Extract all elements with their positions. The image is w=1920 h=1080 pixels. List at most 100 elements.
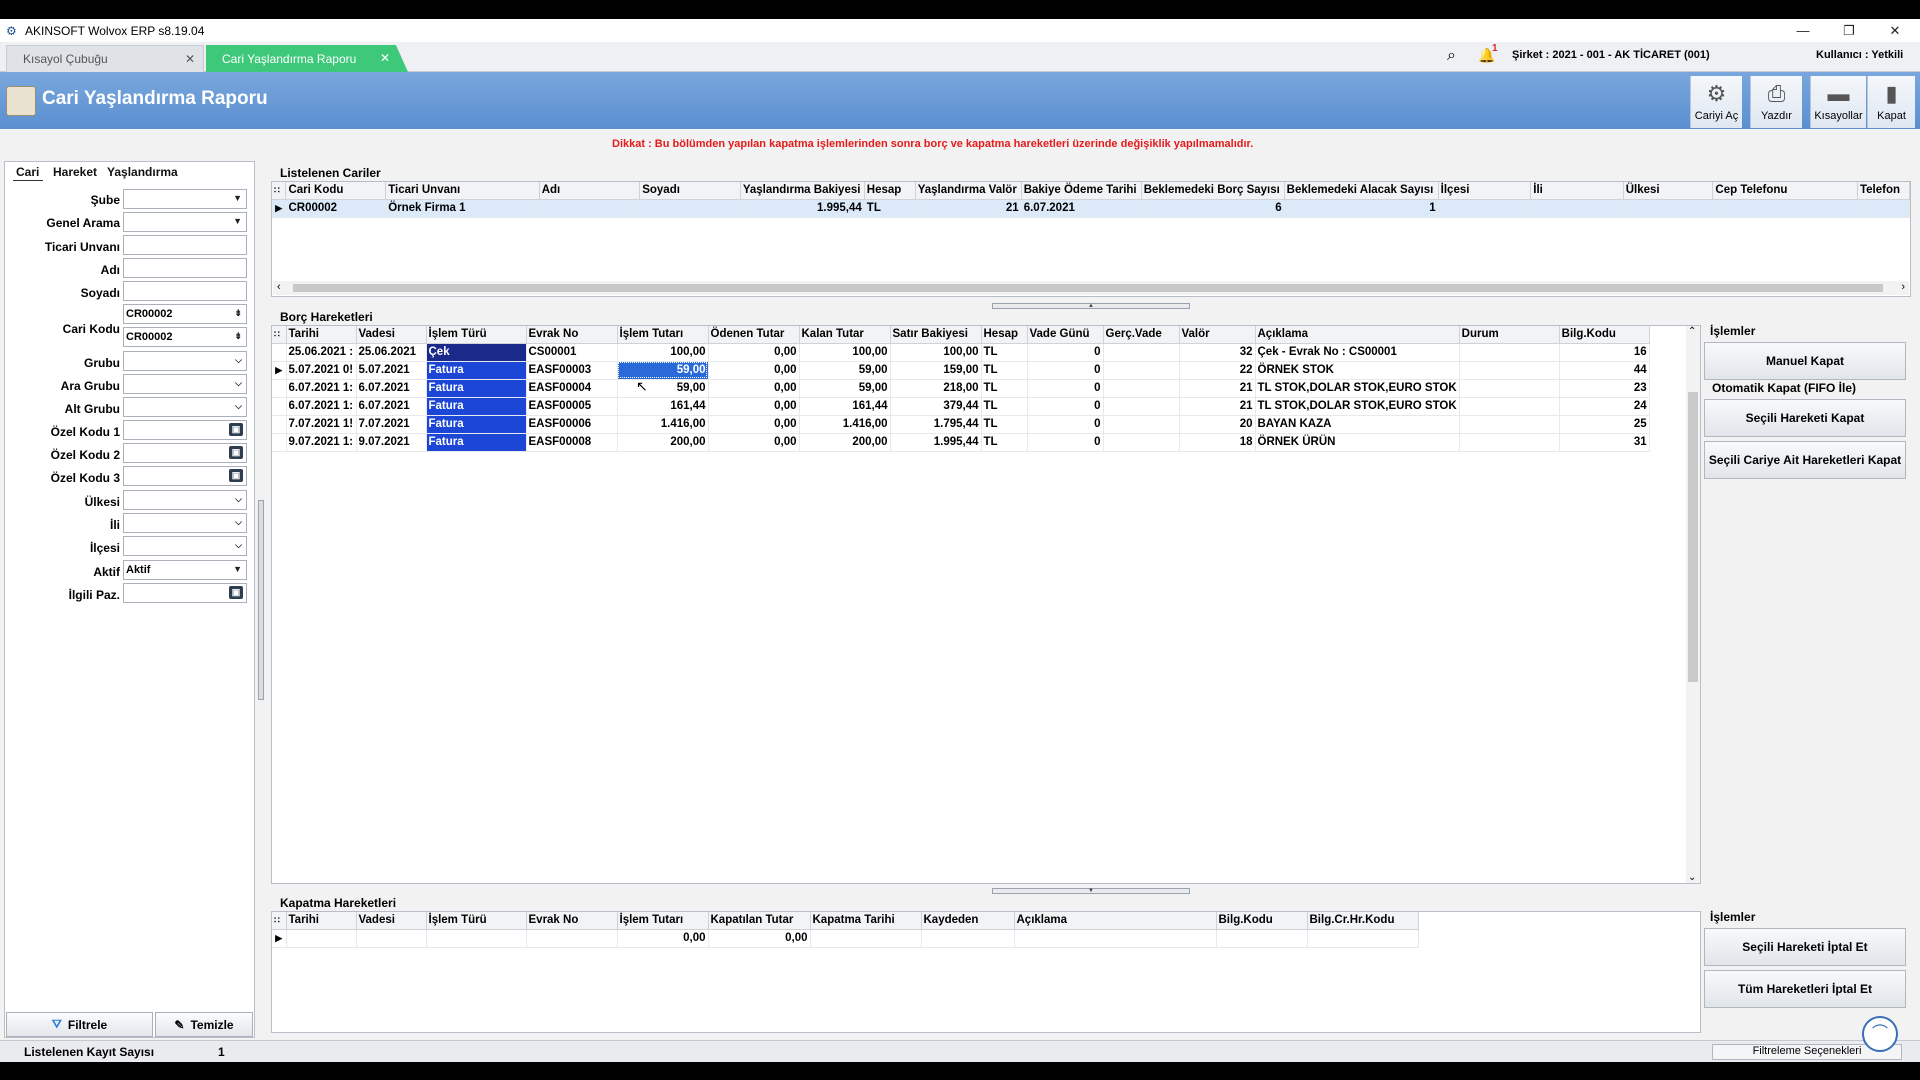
table-cell[interactable] <box>1530 199 1624 218</box>
table-cell[interactable]: EASF00006 <box>526 415 618 434</box>
column-header[interactable]: Açıklama <box>1014 912 1217 930</box>
table-cell[interactable]: 16 <box>1559 343 1650 362</box>
table-cell[interactable] <box>1623 199 1714 218</box>
column-header[interactable]: Tarihi <box>286 912 357 930</box>
table-cell[interactable]: Çek - Evrak No : CS00001 <box>1255 343 1460 362</box>
table-cell[interactable]: 1.995,44 <box>890 433 982 452</box>
column-header[interactable]: Bilg.Kodu <box>1216 912 1308 930</box>
alt-grubu-select[interactable]: ⌵ <box>123 397 247 417</box>
table-row[interactable]: ▶ 0,00 0,00 <box>272 929 1419 948</box>
table-cell[interactable]: 0,00 <box>708 361 800 380</box>
column-header[interactable]: Kapatma Tarihi <box>810 912 922 930</box>
table-cell[interactable]: 25.06.2021 <box>356 343 427 362</box>
table-cell[interactable] <box>1459 379 1560 398</box>
table-cell[interactable]: TL STOK,DOLAR STOK,EURO STOK <box>1255 397 1460 416</box>
table-cell[interactable]: 9.07.2021 1: <box>286 433 357 452</box>
column-header[interactable]: Bilg.Kodu <box>1559 326 1650 344</box>
table-cell[interactable]: 0 <box>1027 379 1104 398</box>
table-cell[interactable] <box>1459 397 1560 416</box>
vertical-scrollbar[interactable]: ⌃ ⌄ <box>1686 326 1700 883</box>
table-cell[interactable] <box>426 929 527 948</box>
table-cell[interactable] <box>1103 361 1180 380</box>
scroll-up-icon[interactable]: ⌃ <box>1688 326 1696 337</box>
ozel-kodu-1-input[interactable]: ▣ <box>123 420 247 440</box>
table-cell[interactable]: 59,00 <box>617 361 709 380</box>
lookup-icon[interactable]: ▣ <box>229 469 243 482</box>
table-cell[interactable]: 7.07.2021 <box>356 415 427 434</box>
temizle-button[interactable]: ✎ Temizle <box>155 1012 253 1037</box>
ilgili-paz-input[interactable]: ▣ <box>123 583 247 603</box>
tab-yaslandirma[interactable]: Yaşlandırma <box>107 165 178 179</box>
column-header[interactable]: Kalan Tutar <box>799 326 891 344</box>
table-cell[interactable]: 6.07.2021 1: <box>286 379 357 398</box>
column-header[interactable]: Kapatılan Tutar <box>708 912 811 930</box>
table-cell[interactable] <box>539 199 641 218</box>
table-cell[interactable] <box>1438 199 1532 218</box>
table-cell[interactable]: 1.795,44 <box>890 415 982 434</box>
table-cell[interactable]: TL <box>864 199 916 218</box>
table-cell[interactable]: 1.416,00 <box>617 415 709 434</box>
table-cell[interactable]: TL <box>981 343 1028 362</box>
table-row[interactable]: 9.07.2021 1: 9.07.2021 Fatura EASF00008 200,… <box>272 433 1650 452</box>
ozel-kodu-3-input[interactable]: ▣ <box>123 466 247 486</box>
column-header[interactable]: Ticari Unvanı <box>385 182 540 200</box>
cari-kodu-end-input[interactable]: CR00002 ⇟ <box>123 327 247 347</box>
minimize-button[interactable]: — <box>1780 19 1826 42</box>
column-header[interactable]: Valör <box>1179 326 1256 344</box>
table-cell[interactable] <box>639 199 741 218</box>
table-cell[interactable]: 23 <box>1559 379 1650 398</box>
column-header[interactable]: İşlem Türü <box>426 912 527 930</box>
horizontal-scrollbar[interactable]: ‹ › <box>273 281 1909 295</box>
table-cell[interactable]: ÖRNEK ÜRÜN <box>1255 433 1460 452</box>
column-header[interactable]: Cari Kodu <box>285 182 387 200</box>
table-cell[interactable] <box>356 929 427 948</box>
table-row[interactable]: ▶ CR00002 Örnek Firma 1 1.995,44 TL 21 6.07.20… <box>272 199 1911 218</box>
column-header[interactable]: Vade Günü <box>1027 326 1104 344</box>
table-cell[interactable] <box>1459 415 1560 434</box>
column-header[interactable]: Yaşlandırma Valör <box>915 182 1022 200</box>
table-cell[interactable]: 1 <box>1284 199 1439 218</box>
table-cell[interactable]: EASF00003 <box>526 361 618 380</box>
ara-grubu-select[interactable]: ⌵ <box>123 374 247 394</box>
scroll-right-icon[interactable]: › <box>1901 281 1905 293</box>
table-cell[interactable]: 25.06.2021 : <box>286 343 357 362</box>
column-header[interactable]: Vadesi <box>356 912 427 930</box>
table-row[interactable]: 6.07.2021 1: 6.07.2021 Fatura EASF00004 59,0… <box>272 379 1650 398</box>
table-cell[interactable]: 0 <box>1027 361 1104 380</box>
ulkesi-select[interactable]: ⌵ <box>123 490 247 510</box>
panel-collapse-handle[interactable] <box>258 500 264 700</box>
secili-hareketi-kapat-button[interactable]: Seçili Hareketi Kapat <box>1704 399 1906 437</box>
table-cell[interactable]: TL STOK,DOLAR STOK,EURO STOK <box>1255 379 1460 398</box>
column-header[interactable]: Soyadı <box>639 182 741 200</box>
table-cell[interactable]: 9.07.2021 <box>356 433 427 452</box>
column-header[interactable]: Beklemedeki Alacak Sayısı <box>1284 182 1439 200</box>
secili-cariye-ait-kapat-button[interactable]: Seçili Cariye Ait Hareketleri Kapat <box>1704 441 1906 479</box>
table-cell[interactable]: Fatura <box>426 361 527 380</box>
table-cell[interactable] <box>1307 929 1419 948</box>
table-cell[interactable]: 218,00 <box>890 379 982 398</box>
scroll-left-icon[interactable]: ‹ <box>277 281 281 293</box>
table-cell[interactable]: Fatura <box>426 397 527 416</box>
column-header[interactable]: Tarihi <box>286 326 357 344</box>
soyadi-input[interactable] <box>123 281 247 301</box>
table-cell[interactable] <box>1459 343 1560 362</box>
table-cell[interactable]: 6.07.2021 1: <box>286 397 357 416</box>
table-cell[interactable]: 44 <box>1559 361 1650 380</box>
table-cell[interactable]: 0,00 <box>708 343 800 362</box>
ili-select[interactable]: ⌵ <box>123 513 247 533</box>
table-cell[interactable]: 1.416,00 <box>799 415 891 434</box>
scrollbar-thumb[interactable] <box>293 284 1883 292</box>
table-cell[interactable]: TL <box>981 361 1028 380</box>
column-header[interactable]: Gerç.Vade <box>1103 326 1180 344</box>
table-cell[interactable]: 18 <box>1179 433 1256 452</box>
table-cell[interactable]: 21 <box>915 199 1022 218</box>
table-cell[interactable]: 100,00 <box>890 343 982 362</box>
table-cell[interactable]: 0,00 <box>708 929 811 948</box>
table-cell[interactable]: Örnek Firma 1 <box>385 199 540 218</box>
table-cell[interactable]: 0,00 <box>708 379 800 398</box>
column-header[interactable]: Bakiye Ödeme Tarihi <box>1021 182 1142 200</box>
cariyi-ac-button[interactable]: ⚙ Cariyi Aç <box>1690 76 1742 128</box>
aktif-select[interactable]: Aktif ▼ <box>123 560 247 580</box>
genel-arama-select[interactable]: ▼ <box>123 212 247 232</box>
column-header[interactable]: İlçesi <box>1438 182 1532 200</box>
